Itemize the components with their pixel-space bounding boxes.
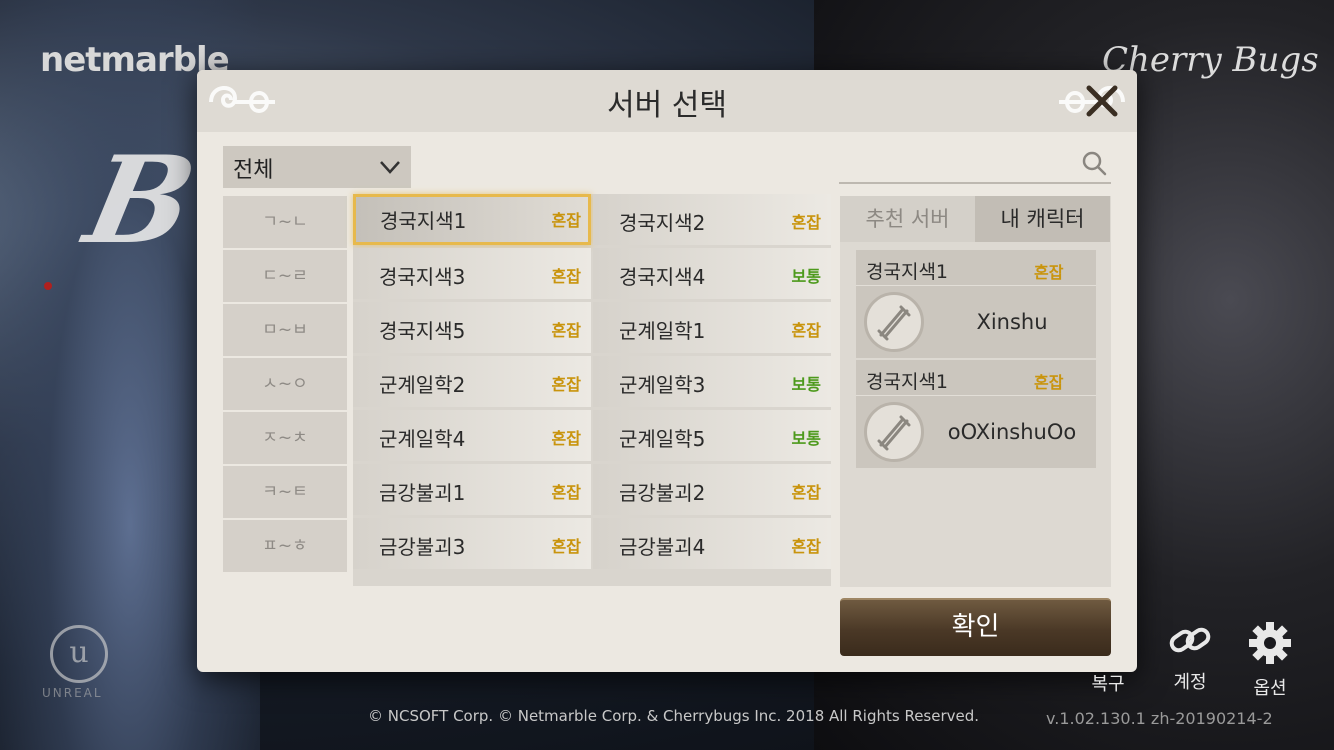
server-item[interactable]: 금강불괴4 혼잡 bbox=[593, 518, 831, 569]
initial-filter-item[interactable]: ㄷ~ㄹ bbox=[223, 250, 347, 302]
initial-filter-item[interactable]: ㅍ~ㅎ bbox=[223, 520, 347, 572]
server-status-badge: 혼잡 bbox=[551, 537, 581, 556]
character-card[interactable]: 경국지색1 혼잡 Xinshu bbox=[856, 250, 1096, 358]
initial-filter-item[interactable]: ㅈ~ㅊ bbox=[223, 412, 347, 464]
initial-filter-item[interactable]: ㅅ~ㅇ bbox=[223, 358, 347, 410]
restore-label: 복구 bbox=[1091, 674, 1125, 695]
server-name: 경국지색1 bbox=[380, 209, 467, 233]
character-server-name: 경국지색1 bbox=[866, 371, 949, 393]
character-card-header: 경국지색1 혼잡 bbox=[856, 250, 1096, 286]
server-name: 금강불괴1 bbox=[379, 481, 466, 505]
server-status-badge: 혼잡 bbox=[551, 267, 581, 286]
sword-class-icon bbox=[877, 305, 911, 341]
avatar bbox=[864, 402, 924, 462]
initial-filter-list: ㄱ~ㄴ ㄷ~ㄹ ㅁ~ㅂ ㅅ~ㅇ ㅈ~ㅊ ㅋ~ㅌ ㅍ~ㅎ bbox=[223, 196, 347, 574]
dialog-title: 서버 선택 bbox=[607, 88, 727, 123]
dialog-header: 서버 선택 bbox=[197, 70, 1137, 132]
server-item[interactable]: 금강불괴2 혼잡 bbox=[593, 464, 831, 515]
gear-icon bbox=[1249, 622, 1291, 664]
server-item[interactable]: 군계일학5 보통 bbox=[593, 410, 831, 461]
character-server-status: 혼잡 bbox=[1034, 373, 1064, 392]
avatar bbox=[864, 292, 924, 352]
options-label: 옵션 bbox=[1253, 678, 1287, 699]
server-status-badge: 보통 bbox=[791, 267, 821, 286]
search-input[interactable] bbox=[839, 146, 1111, 184]
tab-my-characters[interactable]: 내 캐릭터 bbox=[975, 196, 1110, 242]
search-icon[interactable] bbox=[1081, 150, 1107, 176]
server-name: 경국지색2 bbox=[619, 211, 706, 235]
account-button[interactable]: 계정 bbox=[1160, 620, 1220, 694]
server-name: 금강불괴4 bbox=[619, 535, 706, 559]
initial-filter-item[interactable]: ㅁ~ㅂ bbox=[223, 304, 347, 356]
server-status-badge: 혼잡 bbox=[791, 213, 821, 232]
unreal-engine-text: UNREAL bbox=[42, 686, 103, 700]
server-status-badge: 보통 bbox=[791, 429, 821, 448]
server-name: 군계일학2 bbox=[379, 373, 466, 397]
server-select-dialog: 서버 선택 전체 ㄱ~ㄴ ㄷ~ㄹ ㅁ~ㅂ ㅅ~ㅇ ㅈ~ㅊ ㅋ~ㅌ ㅍ~ㅎ 경국지… bbox=[197, 70, 1137, 672]
server-name: 경국지색4 bbox=[619, 265, 706, 289]
link-icon bbox=[1169, 627, 1211, 653]
server-status-badge: 혼잡 bbox=[551, 211, 581, 230]
copyright-text: © NCSOFT Corp. © Netmarble Corp. & Cherr… bbox=[368, 707, 980, 725]
server-item[interactable]: 경국지색4 보통 bbox=[593, 248, 831, 299]
blood-splatter bbox=[44, 282, 52, 290]
server-item[interactable]: 금강불괴1 혼잡 bbox=[353, 464, 591, 515]
server-status-badge: 혼잡 bbox=[551, 321, 581, 340]
server-item[interactable]: 경국지색5 혼잡 bbox=[353, 302, 591, 353]
close-icon bbox=[1086, 85, 1118, 117]
restore-button[interactable]: 복구 bbox=[1078, 620, 1138, 696]
server-name: 군계일학3 bbox=[619, 373, 706, 397]
unreal-engine-logo: u bbox=[50, 625, 108, 683]
options-button[interactable]: 옵션 bbox=[1240, 620, 1300, 700]
confirm-button[interactable]: 확인 bbox=[840, 598, 1111, 656]
server-status-badge: 혼잡 bbox=[791, 537, 821, 556]
server-item[interactable]: 금강불괴3 혼잡 bbox=[353, 518, 591, 569]
server-name: 경국지색5 bbox=[379, 319, 466, 343]
server-name: 금강불괴2 bbox=[619, 481, 706, 505]
server-name: 군계일학5 bbox=[619, 427, 706, 451]
server-status-badge: 혼잡 bbox=[551, 375, 581, 394]
server-name: 금강불괴3 bbox=[379, 535, 466, 559]
server-name: 군계일학4 bbox=[379, 427, 466, 451]
server-item[interactable]: 군계일학2 혼잡 bbox=[353, 356, 591, 407]
server-status-badge: 보통 bbox=[791, 375, 821, 394]
account-label: 계정 bbox=[1173, 672, 1207, 693]
character-panel: 추천 서버 내 캐릭터 경국지색1 혼잡 Xinshu 경국지색1 혼잡 oOX… bbox=[840, 196, 1111, 587]
server-status-badge: 혼잡 bbox=[791, 483, 821, 502]
character-card[interactable]: 경국지색1 혼잡 oOXinshuOo bbox=[856, 360, 1096, 468]
initial-filter-item[interactable]: ㅋ~ㅌ bbox=[223, 466, 347, 518]
sword-class-icon bbox=[877, 415, 911, 451]
server-item-selected[interactable]: 경국지색1 혼잡 bbox=[353, 194, 591, 245]
initial-filter-item[interactable]: ㄱ~ㄴ bbox=[223, 196, 347, 248]
character-name: oOXinshuOo bbox=[947, 420, 1077, 444]
close-button[interactable] bbox=[1081, 80, 1123, 122]
server-filter-dropdown[interactable]: 전체 bbox=[223, 146, 411, 188]
server-item[interactable]: 경국지색2 혼잡 bbox=[593, 194, 831, 245]
character-server-name: 경국지색1 bbox=[866, 261, 949, 283]
server-name: 경국지색3 bbox=[379, 265, 466, 289]
server-item[interactable]: 경국지색3 혼잡 bbox=[353, 248, 591, 299]
tab-recommended-servers[interactable]: 추천 서버 bbox=[840, 196, 975, 242]
server-item[interactable]: 군계일학4 혼잡 bbox=[353, 410, 591, 461]
version-text: v.1.02.130.1 zh-20190214-2 bbox=[1046, 709, 1273, 728]
filter-selected-value: 전체 bbox=[233, 158, 274, 183]
character-name: Xinshu bbox=[976, 310, 1048, 334]
server-status-badge: 혼잡 bbox=[791, 321, 821, 340]
server-status-badge: 혼잡 bbox=[551, 483, 581, 502]
server-item[interactable]: 군계일학1 혼잡 bbox=[593, 302, 831, 353]
chevron-down-icon bbox=[380, 161, 400, 174]
server-item[interactable]: 군계일학3 보통 bbox=[593, 356, 831, 407]
server-status-badge: 혼잡 bbox=[551, 429, 581, 448]
server-list: 경국지색1 혼잡 경국지색2 혼잡 경국지색3 혼잡 경국지색4 보통 경국지색… bbox=[353, 194, 831, 586]
character-card-header: 경국지색1 혼잡 bbox=[856, 360, 1096, 396]
server-name: 군계일학1 bbox=[619, 319, 706, 343]
character-server-status: 혼잡 bbox=[1034, 263, 1064, 282]
